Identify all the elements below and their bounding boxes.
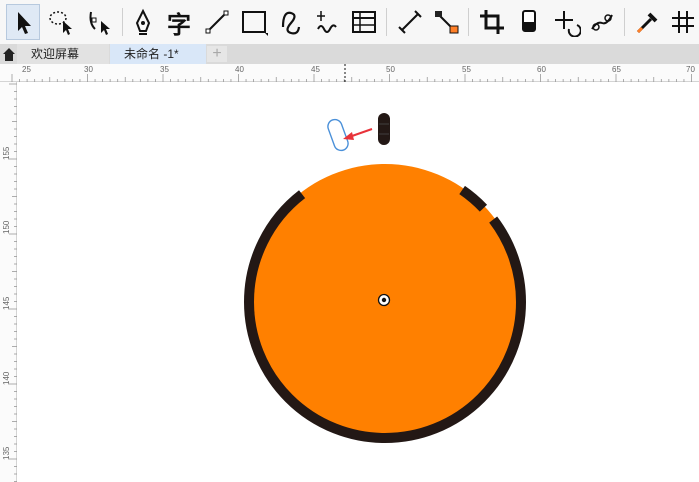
horizontal-ruler[interactable]: 25 30 35 40 45 50 55 60 65 70 [0,64,699,82]
eyedropper-icon [636,12,658,34]
pen-nib-icon [135,8,151,35]
vertical-ruler-ticks [9,83,17,482]
ruler-label: 55 [462,65,471,74]
tab-welcome[interactable]: 欢迎屏幕 [17,44,109,64]
canvas-drawing [244,113,526,443]
shape-tool[interactable] [82,4,116,40]
ruler-label: 135 [2,446,11,460]
node-shape-icon [89,11,110,35]
rectangle-tool[interactable] [237,4,271,40]
selected-outline-capsule[interactable] [326,118,350,153]
center-dot [381,297,387,303]
ruler-label: 70 [686,65,695,74]
vertical-ruler[interactable]: 155 150 145 140 135 [0,82,17,482]
ruler-label: 65 [612,65,621,74]
ruler-label: 60 [537,65,546,74]
ruler-label: 145 [2,296,11,310]
text-tool[interactable]: 字 [162,4,196,40]
home-icon[interactable] [2,46,16,62]
ruler-label: 50 [386,65,395,74]
ruler-label: 150 [2,220,11,234]
drawing-canvas[interactable] [18,83,699,482]
arrow-cursor-icon [18,12,31,34]
ruler-label: 40 [235,65,244,74]
ruler-label: 45 [311,65,320,74]
crop-icon [480,10,504,34]
ruler-label: 155 [2,146,11,160]
separator [122,8,123,36]
eyedropper-tool[interactable] [630,4,664,40]
curve-icon [281,11,301,35]
eraser-icon [522,10,536,32]
diagonal-line-icon [205,10,229,34]
pen-tool[interactable] [126,4,160,40]
tab-document-label: 未命名 -1* [124,47,179,61]
rectangle-icon [242,11,268,36]
red-arrow-annotation [351,128,373,137]
ruler-label: 30 [84,65,93,74]
transform-tool[interactable] [549,4,583,40]
line-tool[interactable] [200,4,234,40]
lasso-cursor-icon [49,11,72,35]
artistic-media-tool[interactable] [310,4,344,40]
eraser-tool[interactable] [512,4,546,40]
connector-icon [435,11,459,34]
artistic-wave-icon [317,11,337,33]
table-grid-icon [352,11,376,33]
ruler-label: 35 [160,65,169,74]
blend-tool[interactable] [585,4,619,40]
freehand-pick-tool[interactable] [44,4,78,40]
blend-icon [591,14,613,31]
hash-grid-icon [672,11,694,33]
document-tabs: 欢迎屏幕 未命名 -1* + [0,44,699,64]
spiral-tool[interactable] [274,4,308,40]
dark-capsule-shape[interactable] [378,113,390,145]
tab-welcome-label: 欢迎屏幕 [31,47,80,61]
dimension-line-icon [398,10,422,34]
toolbox: 字 [0,0,699,44]
crop-tool[interactable] [475,4,509,40]
separator [624,8,625,36]
tab-document[interactable]: 未命名 -1* [110,44,206,64]
ruler-label: 140 [2,371,11,385]
grid-tool[interactable] [666,4,699,40]
add-tab-button[interactable]: + [207,46,227,62]
move-rotate-icon [555,11,581,37]
table-tool[interactable] [347,4,381,40]
dimension-tool[interactable] [393,4,427,40]
ruler-label: 25 [22,65,31,74]
text-char-icon: 字 [167,10,191,39]
horizontal-ruler-ticks [11,64,692,82]
separator [468,8,469,36]
pick-tool[interactable] [6,4,40,40]
separator [386,8,387,36]
connector-tool[interactable] [429,4,463,40]
